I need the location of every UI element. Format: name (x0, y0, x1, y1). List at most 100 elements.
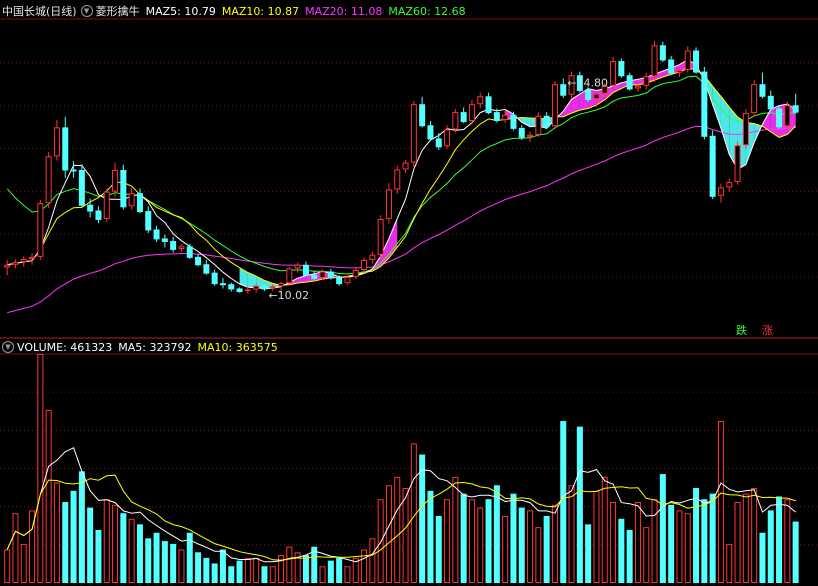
candle-down (186, 246, 193, 258)
candle-down (236, 288, 243, 293)
volume-bar-down (136, 524, 143, 583)
volume-bar-up (643, 527, 650, 584)
candle-up (651, 45, 658, 77)
candle-down (560, 84, 567, 96)
candle-down (419, 104, 426, 127)
candle-down (228, 284, 235, 290)
volume-bar-up (20, 543, 27, 584)
volume-bar-up (244, 557, 251, 583)
volume-bar-down (618, 518, 625, 584)
volume-bar-up (37, 354, 44, 583)
volume-bar-up (477, 507, 484, 583)
ma5-readout: MA5: 323792 (118, 340, 192, 354)
volume-bar-up (784, 499, 791, 583)
volume-bar-up (394, 476, 401, 583)
indicator-name[interactable]: 菱形擒牛 (96, 3, 140, 19)
volume-bar-down (767, 510, 774, 584)
volume-bar-up (502, 515, 509, 583)
volume-bar-down (693, 488, 700, 583)
volume-bar-down (460, 493, 467, 584)
candle-up (394, 169, 401, 190)
volume-bar-up (45, 409, 52, 584)
candle-down (311, 274, 318, 279)
candle-down (62, 127, 69, 171)
volume-header: ▼ VOLUME: 461323 MA5: 323792 MA10: 36357… (0, 338, 278, 356)
maz5-readout: MAZ5: 10.79 (145, 4, 216, 18)
volume-bar-down (336, 557, 343, 583)
legend-down-label: 跌 (736, 324, 747, 337)
ma10-readout: MA10: 363575 (197, 340, 278, 354)
volume-bar-down (228, 566, 235, 583)
volume-bar-up (468, 499, 475, 583)
candle-down (203, 264, 210, 274)
candle-down (701, 71, 708, 137)
candle-up (468, 104, 475, 122)
candle-up (286, 268, 293, 284)
candle-down (170, 241, 177, 250)
volume-bar-down (518, 507, 525, 583)
volume-bar-down (145, 538, 152, 584)
candle-up (29, 256, 36, 259)
volume-bar-down (543, 515, 550, 583)
candle-up (319, 271, 326, 278)
chevron-down-icon[interactable]: ▼ (2, 341, 14, 353)
volume-bar-up (684, 513, 691, 583)
ma20-line (7, 125, 796, 314)
candle-down (659, 45, 666, 61)
candle-down (493, 112, 500, 121)
volume-bar-down (776, 496, 783, 583)
stock-name: 中国长城(日线) (2, 5, 77, 18)
candle-down (302, 264, 309, 276)
volume-bar-up (361, 549, 368, 583)
volume-bar-down (493, 485, 500, 584)
candle-up (535, 115, 542, 135)
candle-up (634, 85, 641, 89)
volume-bar-up (385, 485, 392, 584)
candle-down (211, 272, 218, 285)
volume-bar-down (759, 532, 766, 583)
candle-up (278, 283, 285, 287)
candle-up (294, 264, 301, 269)
volume-bar-down (659, 474, 666, 583)
candle-up (361, 260, 368, 270)
volume-bar-down (70, 490, 77, 583)
volume-bar-down (195, 552, 202, 584)
volume-bar-down (236, 560, 243, 583)
candle-up (477, 96, 484, 105)
candle-down (485, 96, 492, 114)
candle-up (527, 134, 534, 137)
volume-bar-up (610, 502, 617, 584)
maz60-readout: MAZ60: 12.68 (388, 4, 466, 18)
volume-bar-down (153, 532, 160, 583)
candle-down (618, 61, 625, 77)
volume-bar-up (377, 499, 384, 583)
chevron-down-icon[interactable]: ▼ (80, 5, 93, 17)
candle-up (12, 262, 19, 265)
volume-bar-up (593, 490, 600, 583)
volume-bar-up (128, 518, 135, 584)
candle-down (435, 138, 442, 148)
volume-bar-down (585, 524, 592, 583)
candle-up (751, 84, 758, 114)
volume-bar-down (170, 543, 177, 584)
volume-bar-down (435, 515, 442, 583)
volume-bar-up (112, 504, 119, 583)
volume-bar-up (286, 546, 293, 584)
volume-bar-down (792, 521, 799, 583)
volume-bar-down (87, 507, 94, 583)
candle-up (253, 285, 260, 290)
candle-up (726, 182, 733, 188)
candle-down (327, 271, 334, 279)
volume-bar-up (53, 482, 60, 583)
candle-down (261, 285, 268, 290)
price-header: 中国长城(日线) ▼ 菱形擒牛 MAZ5: 10.79 MAZ10: 10.87… (0, 2, 466, 20)
candle-up (269, 286, 276, 289)
candle-up (178, 246, 185, 249)
volume-bar-down (78, 471, 85, 584)
candle-up (385, 189, 392, 219)
volume-bar-up (601, 476, 608, 583)
volume-bar-up (319, 566, 326, 583)
volume-bar-down (668, 504, 675, 583)
volume-bar-up (269, 566, 276, 583)
price-annotation: ←10.02 (268, 289, 309, 302)
